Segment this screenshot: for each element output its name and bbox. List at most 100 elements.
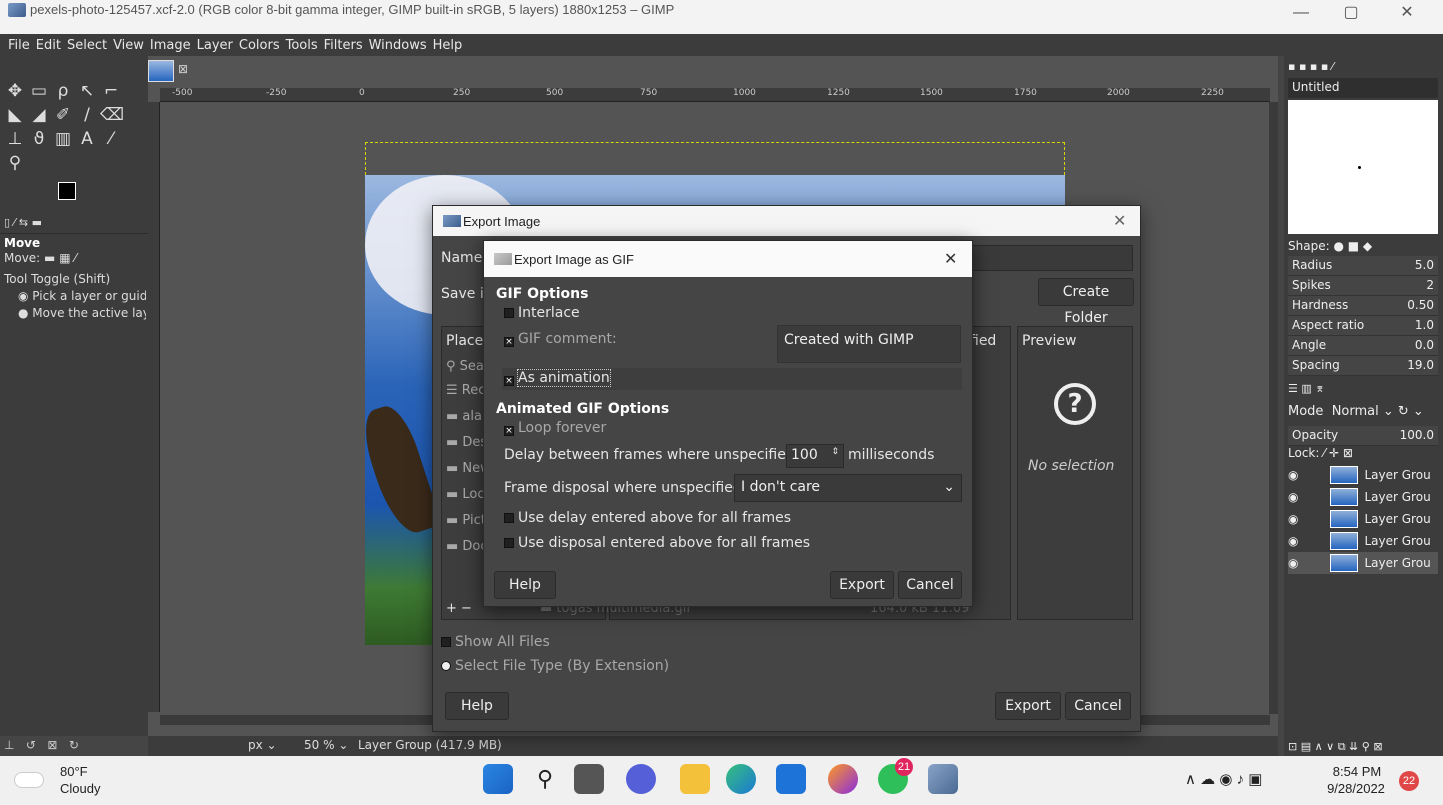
- create-folder-button[interactable]: Create Folder: [1038, 278, 1134, 326]
- teams-chat-icon[interactable]: [626, 764, 656, 794]
- image-tab[interactable]: ⊠: [148, 56, 208, 86]
- weather-desc[interactable]: Cloudy: [60, 781, 100, 796]
- clock-date[interactable]: 9/28/2022: [1316, 781, 1396, 796]
- move-tool-icon[interactable]: ✥: [4, 80, 26, 102]
- brush-name-field[interactable]: Untitled: [1288, 78, 1438, 98]
- shape-row[interactable]: Shape: ● ■ ◆: [1288, 239, 1372, 253]
- param-spacing[interactable]: Spacing 19.0: [1288, 356, 1438, 376]
- export-cancel-button[interactable]: Cancel: [1065, 692, 1131, 720]
- gradient-tool-icon[interactable]: ▥: [52, 128, 74, 150]
- firefox-icon[interactable]: [828, 764, 858, 794]
- param-angle[interactable]: Angle 0.0: [1288, 336, 1438, 356]
- gif-comment-checkbox[interactable]: × GIF comment:: [504, 331, 617, 347]
- menu-layer[interactable]: Layer: [197, 38, 233, 53]
- eye-icon[interactable]: ◉: [1288, 490, 1298, 504]
- layer-opacity-field[interactable]: Opacity 100.0: [1288, 426, 1438, 446]
- text-tool-icon[interactable]: A: [76, 128, 98, 150]
- gif-comment-textarea[interactable]: Created with GIMP: [777, 325, 961, 363]
- select-file-type-expander[interactable]: Select File Type (By Extension): [441, 658, 669, 674]
- radio-pick-layer[interactable]: ◉ Pick a layer or guide: [18, 289, 146, 303]
- crop-tool-icon[interactable]: ⌐: [100, 80, 122, 102]
- gif-cancel-button[interactable]: Cancel: [898, 571, 962, 599]
- menu-file[interactable]: File: [8, 38, 30, 53]
- paintbrush-tool-icon[interactable]: ✐: [52, 104, 74, 126]
- menu-edit[interactable]: Edit: [36, 38, 61, 53]
- menu-view[interactable]: View: [113, 38, 144, 53]
- menu-windows[interactable]: Windows: [369, 38, 427, 53]
- start-icon[interactable]: [483, 764, 513, 794]
- export-button[interactable]: Export: [995, 692, 1061, 720]
- layer-item[interactable]: ◉ Layer Grou: [1288, 530, 1438, 552]
- minimize-button[interactable]: —: [1281, 2, 1321, 24]
- lock-row[interactable]: Lock: ⁄ ✛ ⊠: [1288, 446, 1353, 460]
- zoom-tool-icon[interactable]: ⚲: [4, 152, 26, 174]
- layer-mode-row[interactable]: Mode Normal ⌄ ↻ ⌄: [1288, 404, 1424, 419]
- file-explorer-icon[interactable]: [680, 764, 710, 794]
- menu-tools[interactable]: Tools: [286, 38, 318, 53]
- menu-image[interactable]: Image: [150, 38, 191, 53]
- use-delay-checkbox[interactable]: Use delay entered above for all frames: [504, 510, 791, 526]
- lasso-tool-icon[interactable]: ρ: [52, 80, 74, 102]
- param-spikes[interactable]: Spikes 2: [1288, 276, 1438, 296]
- clock-time[interactable]: 8:54 PM: [1322, 764, 1392, 779]
- layer-action-buttons[interactable]: ⊡ ▤ ∧ ∨ ⧉ ⇊ ⚲ ⊠: [1288, 740, 1383, 754]
- rect-select-tool-icon[interactable]: ▭: [28, 80, 50, 102]
- gimp-taskbar-icon[interactable]: [928, 764, 958, 794]
- pencil-tool-icon[interactable]: /: [76, 104, 98, 126]
- layer-item[interactable]: ◉ Layer Grou: [1288, 464, 1438, 486]
- edge-icon[interactable]: [726, 764, 756, 794]
- loop-forever-checkbox[interactable]: × Loop forever: [504, 420, 606, 436]
- menu-filters[interactable]: Filters: [324, 38, 363, 53]
- store-icon[interactable]: [776, 764, 806, 794]
- add-remove-place-buttons[interactable]: + −: [446, 601, 472, 616]
- param-radius[interactable]: Radius 5.0: [1288, 256, 1438, 276]
- fuzzy-select-tool-icon[interactable]: ↖: [76, 80, 98, 102]
- eraser-tool-icon[interactable]: ⌫: [100, 104, 124, 126]
- vertical-scrollbar[interactable]: [1269, 102, 1278, 714]
- gif-dialog-close-button[interactable]: ✕: [944, 249, 957, 269]
- clone-tool-icon[interactable]: ⊥: [4, 128, 26, 150]
- search-icon[interactable]: ⚲: [530, 764, 560, 794]
- eye-icon[interactable]: ◉: [1288, 468, 1298, 482]
- warp-tool-icon[interactable]: ◣: [4, 104, 26, 126]
- layer-item-selected[interactable]: ◉ Layer Grou: [1288, 552, 1438, 574]
- move-mode-row[interactable]: Move: ▬ ▦ ⁄: [4, 251, 76, 265]
- weather-temp[interactable]: 80°F: [60, 764, 88, 779]
- color-picker-tool-icon[interactable]: ⁄: [100, 128, 122, 150]
- show-all-files-checkbox[interactable]: Show All Files: [441, 634, 550, 650]
- disposal-dropdown[interactable]: I don't care ⌄: [734, 474, 962, 502]
- bucket-fill-tool-icon[interactable]: ◢: [28, 104, 50, 126]
- menu-colors[interactable]: Colors: [239, 38, 280, 53]
- eye-icon[interactable]: ◉: [1288, 534, 1298, 548]
- eye-icon[interactable]: ◉: [1288, 512, 1298, 526]
- toolbox-bottom-buttons[interactable]: ⊥ ↺ ⊠ ↻: [4, 738, 144, 756]
- menu-help[interactable]: Help: [433, 38, 463, 53]
- layers-dock-tabs[interactable]: ☰ ▥ ⌆: [1288, 382, 1324, 395]
- gif-help-button[interactable]: Help: [494, 571, 556, 599]
- close-tab-icon[interactable]: ⊠: [178, 62, 188, 76]
- system-tray-icons[interactable]: ∧ ☁ ◉ ♪ ▣: [1185, 770, 1262, 788]
- radio-move-active-layer[interactable]: ● Move the active layer: [18, 306, 146, 320]
- dock-tabs-top[interactable]: ▪ ▪ ▪ ▪ ⁄: [1288, 60, 1334, 73]
- delay-spinbox[interactable]: 100 ⇕: [786, 444, 844, 468]
- fg-bg-color-icon[interactable]: [58, 182, 88, 212]
- unit-select[interactable]: px ⌄: [248, 738, 277, 752]
- paths-tool-icon[interactable]: ϑ: [28, 128, 50, 150]
- task-view-icon[interactable]: [574, 764, 604, 794]
- interlace-checkbox[interactable]: Interlace: [504, 305, 580, 321]
- export-dialog-close-button[interactable]: ✕: [1113, 211, 1126, 231]
- notification-badge[interactable]: 22: [1399, 771, 1419, 791]
- layer-item[interactable]: ◉ Layer Grou: [1288, 508, 1438, 530]
- eye-icon[interactable]: ◉: [1288, 556, 1298, 570]
- layer-item[interactable]: ◉ Layer Grou: [1288, 486, 1438, 508]
- as-animation-checkbox[interactable]: × As animation: [504, 369, 611, 387]
- menu-select[interactable]: Select: [67, 38, 107, 53]
- close-window-button[interactable]: ✕: [1387, 2, 1427, 24]
- maximize-button[interactable]: ▢: [1331, 2, 1371, 24]
- param-aspect-ratio[interactable]: Aspect ratio 1.0: [1288, 316, 1438, 336]
- use-disposal-checkbox[interactable]: Use disposal entered above for all frame…: [504, 535, 810, 551]
- export-help-button[interactable]: Help: [445, 692, 509, 720]
- gif-export-button[interactable]: Export: [830, 571, 894, 599]
- modified-column-header[interactable]: fied: [970, 333, 996, 349]
- zoom-select[interactable]: 50 % ⌄: [304, 738, 348, 752]
